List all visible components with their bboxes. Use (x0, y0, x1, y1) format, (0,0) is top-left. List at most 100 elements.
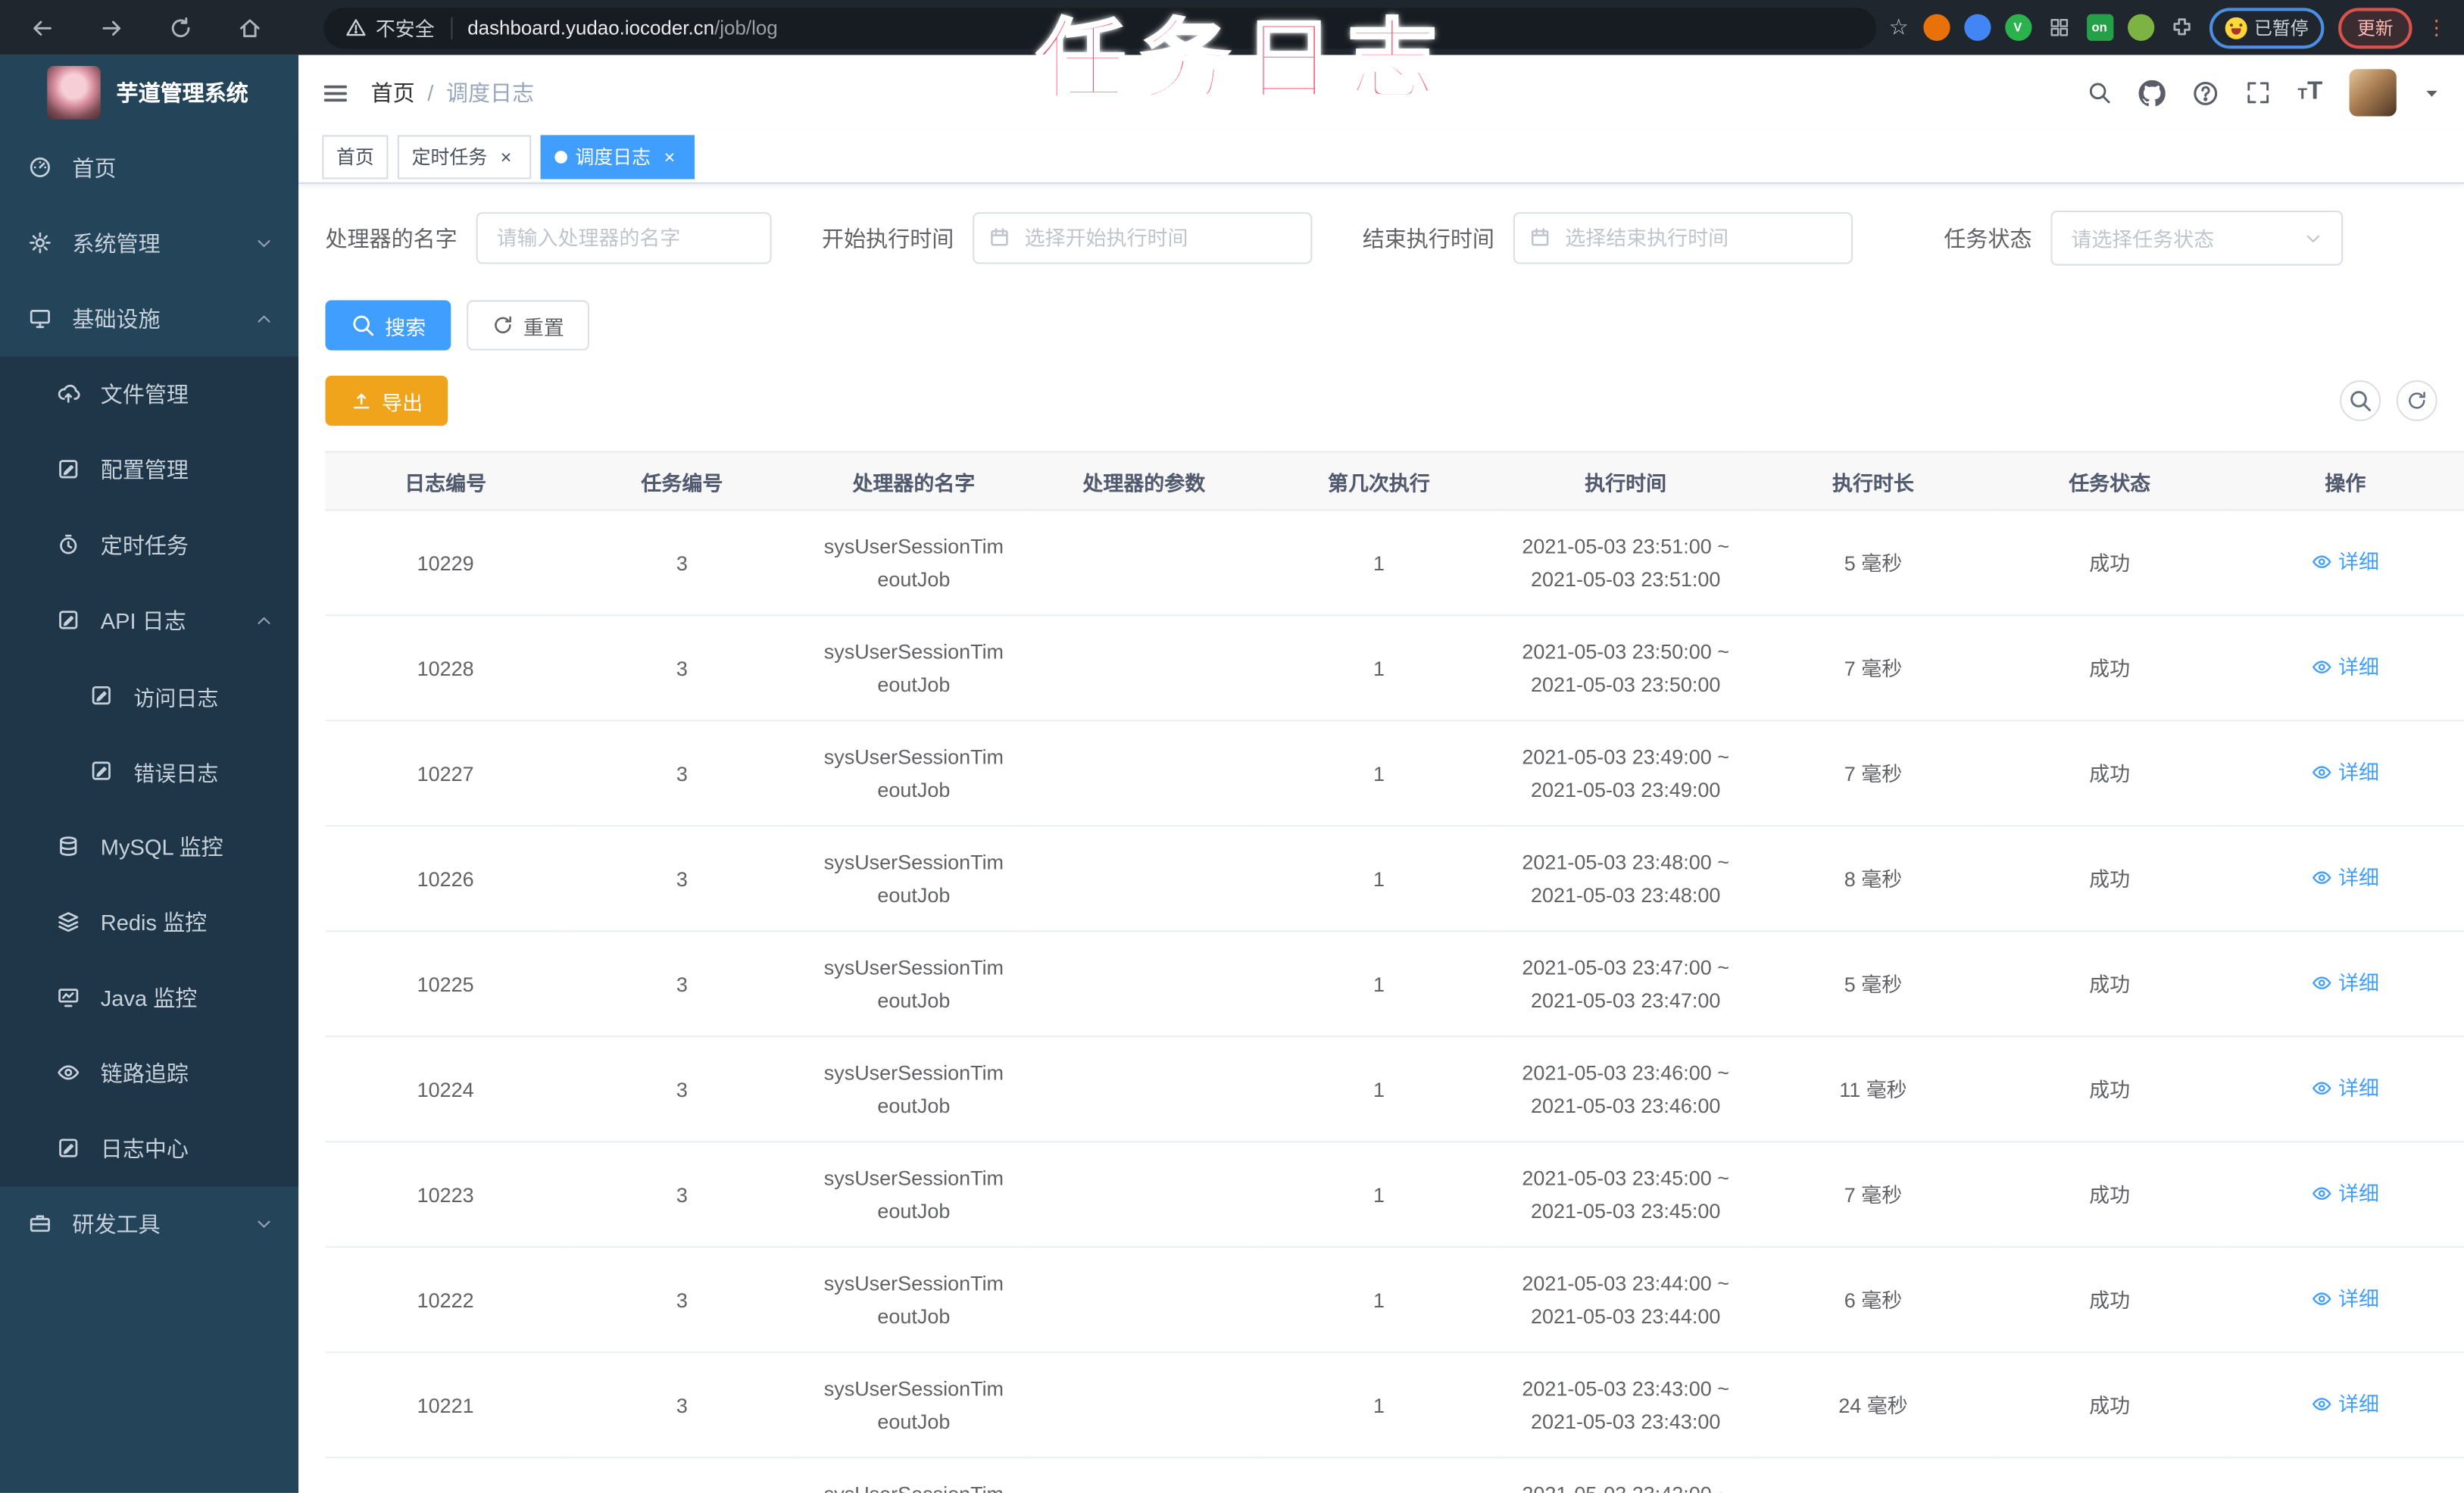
table-row: 10225 3 sysUserSessionTim eoutJob 1 2021-05-0… (325, 931, 2464, 1038)
app-logo-row[interactable]: 芋道管理系统 (0, 55, 298, 131)
cell-duration: 7 毫秒 (1752, 615, 1994, 722)
export-button[interactable]: 导出 (325, 375, 448, 426)
end-time-label: 结束执行时间 (1362, 225, 1494, 251)
column-header-处理器的名字: 处理器的名字 (798, 451, 1029, 511)
cell-execute-index: 1 (1258, 931, 1500, 1038)
user-avatar[interactable] (2349, 69, 2397, 117)
detail-link-label: 详细 (2338, 549, 2379, 573)
cell-status: 成功 (1994, 1457, 2225, 1493)
start-time-input[interactable] (973, 212, 1313, 264)
cell-execute-time: 2021-05-03 23:51:00 ~2021-05-03 23:51:00 (1499, 510, 1753, 617)
detail-link[interactable]: 详细 (2312, 545, 2379, 578)
eye-icon (2312, 972, 2332, 992)
detail-link[interactable]: 详细 (2312, 1071, 2379, 1104)
detail-link[interactable]: 详细 (2312, 861, 2379, 894)
site-security-chip[interactable]: 不安全 (345, 13, 435, 42)
sidebar-item-trace[interactable]: 链路追踪 (0, 1035, 299, 1111)
sidebar-item-java[interactable]: Java 监控 (0, 960, 299, 1036)
task-status-select[interactable]: 请选择任务状态 (2050, 210, 2344, 266)
detail-link[interactable]: 详细 (2312, 650, 2379, 683)
search-button[interactable]: 搜索 (325, 300, 451, 351)
close-icon[interactable]: × (658, 145, 680, 167)
cell-task-id: 3 (565, 826, 798, 932)
bookmark-star-icon[interactable]: ☆ (1889, 14, 1909, 41)
refresh-icon (492, 314, 514, 336)
sidebar-item-api-log[interactable]: API 日志 (0, 583, 299, 659)
close-icon[interactable]: × (495, 145, 517, 167)
cell-duration: 24 毫秒 (1752, 1352, 1994, 1459)
detail-link-label: 详细 (2338, 1286, 2379, 1310)
sidebar-item-mysql[interactable]: MySQL 监控 (0, 809, 299, 885)
end-time-input[interactable] (1513, 212, 1853, 264)
help-icon[interactable] (2192, 80, 2219, 106)
cell-log-id: 10220 (325, 1457, 566, 1493)
extension-puzzle-icon[interactable] (2168, 14, 2194, 41)
back-icon[interactable] (19, 15, 66, 40)
table-row: 10223 3 sysUserSessionTim eoutJob 1 2021-05-0… (325, 1142, 2464, 1248)
font-size-icon[interactable]: TT (2297, 80, 2322, 105)
annotation-title: 任务日志 (1035, 9, 1452, 111)
content: 处理器的名字 开始执行时间 结束执行时间 (298, 184, 2464, 1493)
refresh-table-button[interactable] (2396, 380, 2437, 421)
edit-icon (89, 683, 114, 708)
sidebar: 芋道管理系统 首页 系统管理 基础设施 文件管理 配置管理 定时任务 API 日志 访问日志错… (0, 55, 299, 1493)
filter-end-group: 结束执行时间 (1363, 212, 1853, 264)
cell-task-id: 3 (565, 1142, 798, 1248)
browser-update-button[interactable]: 更新 (2338, 7, 2412, 48)
detail-link[interactable]: 详细 (2312, 1387, 2379, 1420)
detail-link[interactable]: 详细 (2312, 755, 2379, 789)
hamburger-icon[interactable] (322, 80, 348, 106)
task-status-label: 任务状态 (1944, 225, 2032, 251)
detail-link[interactable]: 详细 (2312, 1176, 2379, 1210)
sidebar-item-system[interactable]: 系统管理 (0, 206, 298, 282)
java-monitor-icon (57, 985, 82, 1010)
browser-menu-icon[interactable]: ⋮ (2426, 15, 2448, 40)
cell-status: 成功 (1994, 826, 2225, 932)
tab-定时任务[interactable]: 定时任务 × (397, 134, 532, 179)
sidebar-item-config[interactable]: 配置管理 (0, 432, 299, 508)
cell-execute-time: 2021-05-03 23:44:00 ~2021-05-03 23:44:00 (1499, 1247, 1753, 1354)
chevron-up-icon (255, 310, 273, 329)
extension-blue-icon[interactable] (1963, 14, 1991, 41)
sidebar-item-error-log[interactable]: 错误日志 (0, 733, 299, 810)
tab-调度日志[interactable]: 调度日志 × (540, 134, 695, 179)
toggle-search-button[interactable] (2340, 380, 2381, 421)
sidebar-item-log-center[interactable]: 日志中心 (0, 1110, 299, 1187)
avatar-caret-down-icon[interactable] (2423, 84, 2441, 102)
home-icon[interactable] (226, 15, 273, 40)
detail-link[interactable]: 详细 (2312, 1282, 2379, 1315)
fullscreen-icon[interactable] (2246, 80, 2271, 105)
cell-execute-index: 1 (1258, 1036, 1500, 1143)
cell-log-id: 10229 (325, 510, 566, 617)
export-button-label: 导出 (382, 390, 423, 414)
chevron-down-icon (2303, 229, 2322, 248)
detail-link[interactable]: 详细 (2312, 966, 2379, 999)
filter-form: 处理器的名字 开始执行时间 结束执行时间 (325, 210, 2437, 266)
breadcrumb-home[interactable]: 首页 (371, 77, 415, 108)
extension-green-v-icon[interactable]: V (2004, 14, 2031, 41)
sidebar-item-devtools[interactable]: 研发工具 (0, 1186, 298, 1262)
sidebar-item-cron[interactable]: 定时任务 (0, 508, 299, 583)
sidebar-item-access-log[interactable]: 访问日志 (0, 658, 299, 734)
chevron-up-icon (255, 611, 273, 630)
extension-grid-icon[interactable] (2045, 14, 2072, 41)
extension-orange-icon[interactable] (1922, 14, 1950, 41)
sidebar-item-home[interactable]: 首页 (0, 130, 298, 206)
cell-status: 成功 (1994, 510, 2225, 617)
search-icon[interactable] (2087, 80, 2112, 105)
cell-duration: 11 毫秒 (1752, 1036, 1994, 1143)
handler-name-input[interactable] (476, 212, 772, 264)
reload-icon[interactable] (157, 15, 204, 40)
cell-handler-name: sysUserSessionTimeoutJob (798, 1142, 1029, 1248)
sidebar-item-file[interactable]: 文件管理 (0, 356, 299, 433)
extension-leaf-icon[interactable] (2126, 14, 2154, 41)
sidebar-item-redis[interactable]: Redis 监控 (0, 885, 299, 960)
extension-on-icon[interactable]: on (2086, 14, 2113, 41)
tab-首页[interactable]: 首页 (322, 134, 389, 179)
github-icon[interactable] (2138, 79, 2166, 106)
forward-icon[interactable] (88, 15, 135, 40)
sidebar-item-infra[interactable]: 基础设施 (0, 281, 298, 357)
reset-button[interactable]: 重置 (467, 300, 590, 351)
paused-extension-badge[interactable]: 已暂停 (2208, 7, 2325, 48)
cell-log-id: 10228 (325, 615, 566, 722)
